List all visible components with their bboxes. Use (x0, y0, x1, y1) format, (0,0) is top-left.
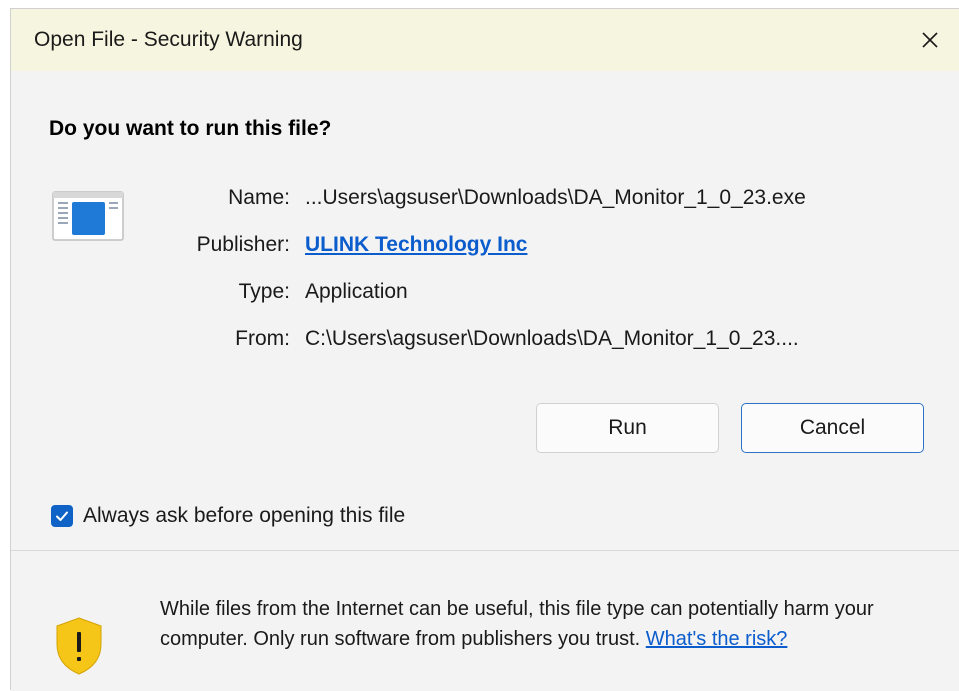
type-label: Type: (238, 280, 290, 303)
always-ask-checkbox[interactable] (51, 505, 73, 527)
window-title: Open File - Security Warning (34, 28, 303, 51)
always-ask-label[interactable]: Always ask before opening this file (83, 504, 405, 528)
publisher-row: Publisher: ULINK Technology Inc (11, 233, 959, 263)
from-value: C:\Users\agsuser\Downloads\DA_Monitor_1_… (305, 327, 799, 350)
warning-message: While files from the Internet can be use… (160, 594, 940, 654)
from-row: From: C:\Users\agsuser\Downloads\DA_Moni… (11, 327, 959, 357)
title-bar: Open File - Security Warning (11, 9, 959, 71)
dialog-heading: Do you want to run this file? (49, 117, 332, 140)
always-ask-option: Always ask before opening this file (51, 501, 405, 531)
warning-section: While files from the Internet can be use… (11, 551, 959, 691)
whats-the-risk-link[interactable]: What's the risk? (646, 628, 788, 650)
type-value: Application (305, 280, 408, 303)
close-icon (922, 32, 938, 48)
cancel-button[interactable]: Cancel (741, 403, 924, 453)
file-name-row: Name: ...Users\agsuser\Downloads\DA_Moni… (11, 186, 959, 216)
run-button[interactable]: Run (536, 403, 719, 453)
checkmark-icon (56, 511, 68, 521)
name-label: Name: (228, 186, 290, 209)
from-label: From: (235, 327, 290, 350)
publisher-label: Publisher: (196, 233, 290, 256)
close-button[interactable] (913, 23, 947, 57)
shield-warning-icon (54, 616, 104, 676)
type-row: Type: Application (11, 280, 959, 310)
publisher-link[interactable]: ULINK Technology Inc (305, 233, 527, 257)
security-warning-dialog: Open File - Security Warning Do you want… (10, 8, 959, 691)
name-value: ...Users\agsuser\Downloads\DA_Monitor_1_… (305, 186, 806, 209)
